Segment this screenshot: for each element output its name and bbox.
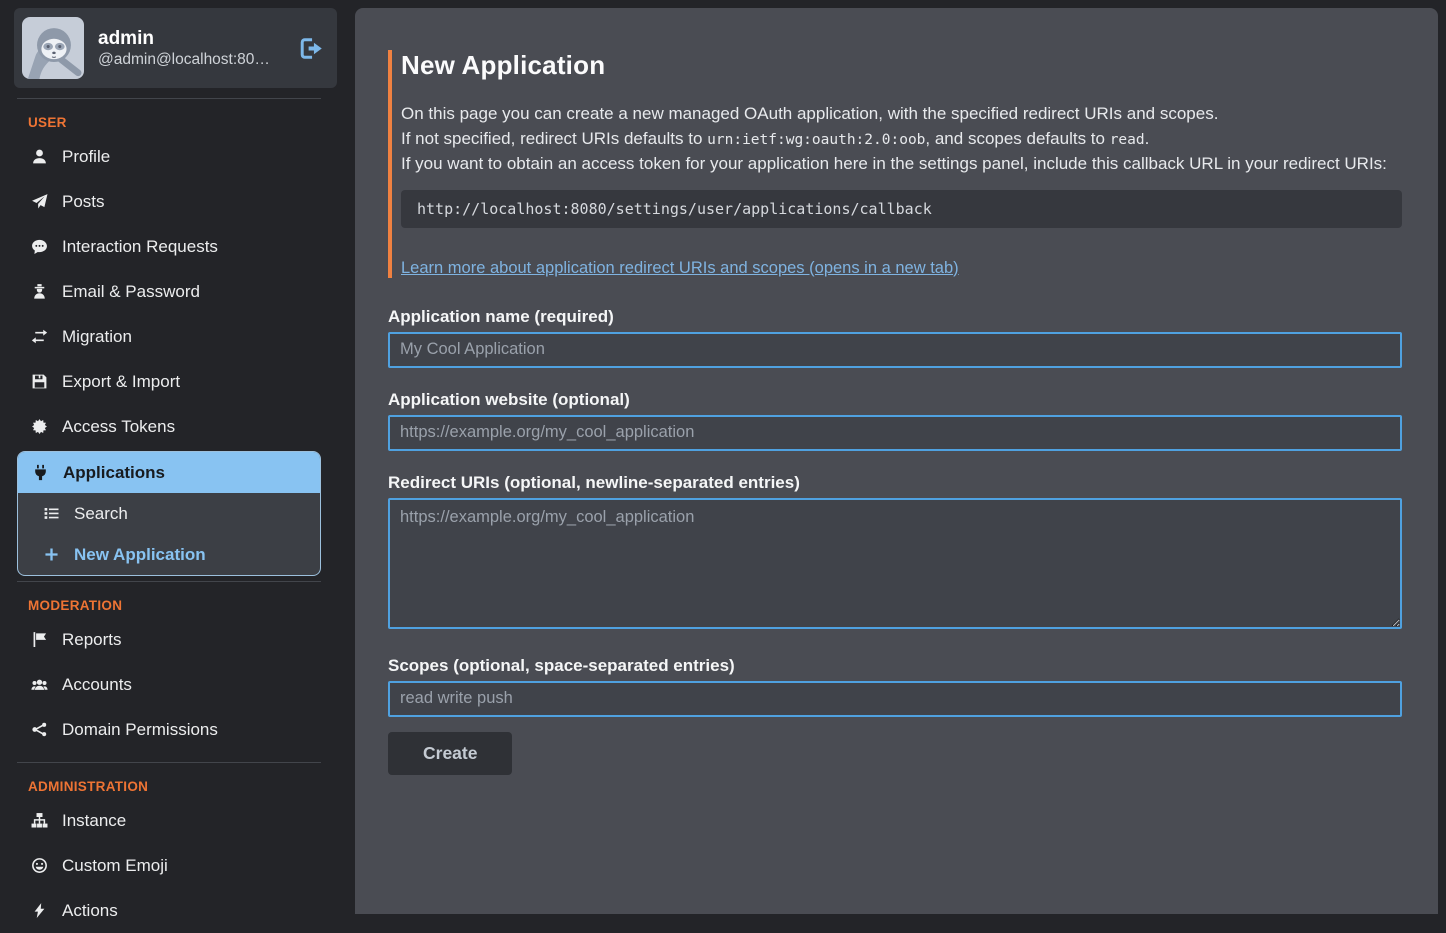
settings-sidebar: admin @admin@localhost:80… USER Profile …: [0, 0, 338, 914]
users-icon: [30, 676, 49, 693]
section-label-administration: ADMINISTRATION: [28, 779, 338, 794]
sidebar-item-label: Migration: [62, 325, 132, 348]
sidebar-item-actions[interactable]: Actions: [0, 888, 338, 933]
application-website-field: Application website (optional): [388, 390, 1402, 451]
smile-icon: [30, 857, 49, 874]
sidebar-item-reports[interactable]: Reports: [0, 617, 338, 662]
section-label-user: USER: [28, 115, 338, 130]
sidebar-item-label: Export & Import: [62, 370, 180, 393]
paper-plane-icon: [30, 193, 49, 210]
redirect-uris-textarea[interactable]: [388, 498, 1402, 629]
intro-line-3: If you want to obtain an access token fo…: [401, 154, 1387, 173]
sidebar-item-instance[interactable]: Instance: [0, 798, 338, 843]
sidebar-item-label: Custom Emoji: [62, 854, 168, 877]
plug-icon: [31, 464, 50, 481]
application-name-label: Application name (required): [388, 307, 1402, 327]
floppy-disk-icon: [30, 373, 49, 390]
list-icon: [42, 505, 61, 522]
scopes-field: Scopes (optional, space-separated entrie…: [388, 656, 1402, 717]
user-handle: @admin@localhost:80…: [98, 51, 270, 69]
sidebar-item-applications[interactable]: Applications: [18, 452, 320, 493]
scopes-label: Scopes (optional, space-separated entrie…: [388, 656, 1402, 676]
redirect-uris-field: Redirect URIs (optional, newline-separat…: [388, 473, 1402, 634]
sidebar-item-label: Actions: [62, 899, 118, 922]
section-label-moderation: MODERATION: [28, 598, 338, 613]
user-display-name: admin: [98, 27, 270, 51]
sidebar-item-label: Instance: [62, 809, 126, 832]
sidebar-item-interaction-requests[interactable]: Interaction Requests: [0, 224, 338, 269]
exchange-icon: [30, 328, 49, 345]
applications-nav-group: Applications Search New Application: [17, 451, 321, 576]
new-application-form: Application name (required) Application …: [388, 307, 1402, 775]
sidebar-item-label: Search: [74, 502, 128, 525]
user-secret-icon: [30, 283, 49, 300]
sidebar-item-access-tokens[interactable]: Access Tokens: [0, 404, 338, 449]
sidebar-item-label: Applications: [63, 461, 165, 484]
sidebar-divider: [17, 98, 321, 99]
sidebar-item-new-application[interactable]: New Application: [18, 534, 320, 575]
sidebar-divider: [17, 581, 321, 582]
application-website-label: Application website (optional): [388, 390, 1402, 410]
sidebar-item-custom-emoji[interactable]: Custom Emoji: [0, 843, 338, 888]
intro-line-1: On this page you can create a new manage…: [401, 104, 1218, 123]
sidebar-item-label: Domain Permissions: [62, 718, 218, 741]
callback-url-code-block: http://localhost:8080/settings/user/appl…: [401, 190, 1402, 228]
sidebar-item-migration[interactable]: Migration: [0, 314, 338, 359]
sidebar-item-label: Email & Password: [62, 280, 200, 303]
create-button[interactable]: Create: [388, 732, 512, 775]
sidebar-item-label: Accounts: [62, 673, 132, 696]
user-info: admin @admin@localhost:80…: [98, 27, 270, 69]
scopes-input[interactable]: [388, 681, 1402, 717]
application-name-input[interactable]: [388, 332, 1402, 368]
sidebar-item-export-import[interactable]: Export & Import: [0, 359, 338, 404]
sidebar-item-email-password[interactable]: Email & Password: [0, 269, 338, 314]
inline-code-oob: urn:ietf:wg:oauth:2.0:oob: [707, 132, 925, 148]
flag-icon: [30, 631, 49, 648]
sitemap-icon: [30, 812, 49, 829]
application-website-input[interactable]: [388, 415, 1402, 451]
sidebar-item-domain-permissions[interactable]: Domain Permissions: [0, 707, 338, 752]
intro-line-2: If not specified, redirect URIs defaults…: [401, 129, 1149, 148]
user-icon: [30, 148, 49, 165]
application-name-field: Application name (required): [388, 307, 1402, 368]
comment-dots-icon: [30, 238, 49, 255]
share-nodes-icon: [30, 721, 49, 738]
sloth-avatar-image: [22, 17, 84, 79]
sidebar-item-label: New Application: [74, 543, 206, 566]
sidebar-item-accounts[interactable]: Accounts: [0, 662, 338, 707]
page-title: New Application: [401, 50, 1402, 81]
learn-more-link[interactable]: Learn more about application redirect UR…: [401, 259, 959, 278]
sidebar-item-label: Reports: [62, 628, 122, 651]
main-panel: New Application On this page you can cre…: [355, 8, 1438, 914]
intro-paragraph: On this page you can create a new manage…: [401, 102, 1402, 177]
inline-code-read: read: [1110, 132, 1145, 148]
avatar: [22, 17, 84, 79]
bolt-icon: [30, 902, 49, 919]
sidebar-divider: [17, 762, 321, 763]
sidebar-item-applications-search[interactable]: Search: [18, 493, 320, 534]
sidebar-item-label: Posts: [62, 190, 105, 213]
sidebar-item-label: Profile: [62, 145, 110, 168]
redirect-uris-label: Redirect URIs (optional, newline-separat…: [388, 473, 1402, 493]
user-card[interactable]: admin @admin@localhost:80…: [14, 8, 337, 88]
sign-out-icon[interactable]: [298, 36, 323, 61]
sidebar-item-profile[interactable]: Profile: [0, 134, 338, 179]
plus-icon: [42, 546, 61, 563]
sidebar-item-label: Interaction Requests: [62, 235, 218, 258]
intro-block: New Application On this page you can cre…: [388, 50, 1402, 278]
sidebar-item-label: Access Tokens: [62, 415, 175, 438]
sidebar-item-posts[interactable]: Posts: [0, 179, 338, 224]
certificate-icon: [30, 418, 49, 435]
